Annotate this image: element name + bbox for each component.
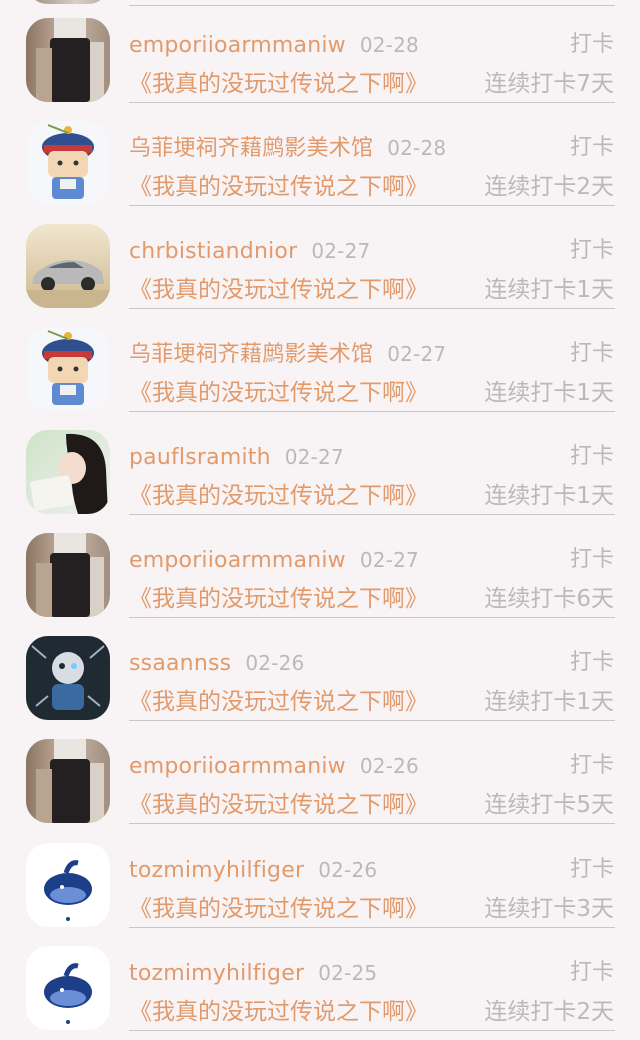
checkin-action-label: 打卡	[569, 547, 614, 572]
checkin-date: 02-26	[245, 651, 305, 675]
username[interactable]: 乌菲埂祠齐藉鹧影美术馆	[129, 136, 373, 161]
checkin-action-label: 打卡	[569, 32, 614, 57]
avatar[interactable]	[26, 946, 110, 1030]
checkin-action-label: 打卡	[569, 650, 614, 675]
book-title-link[interactable]: 《我真的没玩过传说之下啊》	[129, 68, 428, 100]
book-title-link[interactable]: 《我真的没玩过传说之下啊》	[129, 583, 428, 615]
username[interactable]: emporiioarmmaniw	[129, 754, 346, 779]
checkin-streak: 连续打卡1天	[484, 483, 614, 509]
avatar-blue-whale	[26, 946, 110, 1030]
avatar-photo-girl-book	[26, 430, 110, 514]
avatar-photo-person-dark-pants	[26, 533, 110, 617]
username-line: 乌菲埂祠齐藉鹧影美术馆 02-27	[129, 339, 446, 369]
username[interactable]: emporiioarmmaniw	[129, 548, 346, 573]
book-title-link[interactable]: 《我真的没玩过传说之下啊》	[129, 480, 428, 512]
username[interactable]: emporiioarmmaniw	[129, 33, 346, 58]
avatar-photo-silver-car	[26, 224, 110, 308]
username-line: tozmimyhilfiger 02-26	[129, 855, 377, 885]
username-line: chrbistiandnior 02-27	[129, 236, 370, 266]
username-line: 乌菲埂祠齐藉鹧影美术馆 02-28	[129, 133, 446, 163]
username[interactable]: tozmimyhilfiger	[129, 858, 304, 883]
checkin-action-label: 打卡	[569, 857, 614, 882]
feed-item[interactable]: emporiioarmmaniw 02-27 打卡 《我真的没玩过传说之下啊》 连…	[0, 515, 640, 618]
checkin-streak: 连续打卡1天	[484, 689, 614, 715]
avatar[interactable]	[26, 121, 110, 205]
avatar-dark-sans-art	[26, 636, 110, 720]
checkin-streak: 连续打卡2天	[484, 999, 614, 1025]
avatar[interactable]	[26, 533, 110, 617]
avatar-photo-person-dark-pants	[26, 739, 110, 823]
feed-item[interactable]: chrbistiandnior 02-27 打卡 《我真的没玩过传说之下啊》 连续…	[0, 206, 640, 309]
avatar[interactable]	[26, 430, 110, 514]
username-line: tozmimyhilfiger 02-25	[129, 958, 377, 988]
feed-item[interactable]: 乌菲埂祠齐藉鹧影美术馆 02-28 打卡 《我真的没玩过传说之下啊》 连续打卡2天	[0, 103, 640, 206]
checkin-streak: 连续打卡5天	[484, 792, 614, 818]
avatar-cartoon-qing-official	[26, 327, 110, 411]
avatar-cartoon-qing-official	[26, 121, 110, 205]
checkin-date: 02-28	[359, 33, 419, 57]
username-line: emporiioarmmaniw 02-26	[129, 751, 419, 781]
checkin-date: 02-26	[318, 858, 378, 882]
checkin-date: 02-28	[387, 136, 447, 160]
divider	[129, 823, 615, 824]
avatar[interactable]	[26, 739, 110, 823]
checkin-streak: 连续打卡7天	[484, 71, 614, 97]
divider	[129, 1030, 615, 1031]
checkin-date: 02-27	[359, 548, 419, 572]
feed-item[interactable]: tozmimyhilfiger 02-26 打卡 《我真的没玩过传说之下啊》 连续…	[0, 825, 640, 928]
checkin-action-label: 打卡	[569, 341, 614, 366]
checkin-action-label: 打卡	[569, 135, 614, 160]
checkin-streak: 连续打卡3天	[484, 896, 614, 922]
book-title-link[interactable]: 《我真的没玩过传说之下啊》	[129, 996, 428, 1028]
checkin-date: 02-27	[311, 239, 371, 263]
checkin-date: 02-25	[318, 961, 378, 985]
book-title-link[interactable]: 《我真的没玩过传说之下啊》	[129, 274, 428, 306]
checkin-date: 02-26	[359, 754, 419, 778]
avatar-blue-whale	[26, 843, 110, 927]
feed-item[interactable]: 乌菲埂祠齐藉鹧影美术馆 02-27 打卡 《我真的没玩过传说之下啊》 连续打卡1天	[0, 309, 640, 412]
username-line: ssaannss 02-26	[129, 648, 304, 678]
book-title-link[interactable]: 《我真的没玩过传说之下啊》	[129, 789, 428, 821]
checkin-date: 02-27	[284, 445, 344, 469]
checkin-action-label: 打卡	[569, 238, 614, 263]
book-title-link[interactable]: 《我真的没玩过传说之下啊》	[129, 171, 428, 203]
avatar[interactable]	[26, 224, 110, 308]
username-line: emporiioarmmaniw 02-27	[129, 545, 419, 575]
checkin-streak: 连续打卡6天	[484, 586, 614, 612]
book-title-link[interactable]: 《我真的没玩过传说之下啊》	[129, 377, 428, 409]
checkin-streak: 连续打卡1天	[484, 277, 614, 303]
username[interactable]: pauflsramith	[129, 445, 271, 470]
checkin-date: 02-27	[387, 342, 447, 366]
username-line: emporiioarmmaniw 02-28	[129, 30, 419, 60]
checkin-action-label: 打卡	[569, 960, 614, 985]
checkin-action-label: 打卡	[569, 444, 614, 469]
checkin-feed: emporiioarmmaniw 02-28 打卡 《我真的没玩过传说之下啊》 连…	[0, 0, 640, 1040]
username[interactable]: ssaannss	[129, 651, 231, 676]
checkin-action-label: 打卡	[569, 753, 614, 778]
feed-item[interactable]: emporiioarmmaniw 02-26 打卡 《我真的没玩过传说之下啊》 连…	[0, 721, 640, 824]
feed-item[interactable]: emporiioarmmaniw 02-28 打卡 《我真的没玩过传说之下啊》 连…	[0, 0, 640, 103]
avatar[interactable]	[26, 636, 110, 720]
book-title-link[interactable]: 《我真的没玩过传说之下啊》	[129, 686, 428, 718]
username[interactable]: chrbistiandnior	[129, 239, 297, 264]
avatar[interactable]	[26, 843, 110, 927]
feed-item[interactable]: ssaannss 02-26 打卡 《我真的没玩过传说之下啊》 连续打卡1天	[0, 618, 640, 721]
checkin-streak: 连续打卡2天	[484, 174, 614, 200]
feed-item[interactable]: pauflsramith 02-27 打卡 《我真的没玩过传说之下啊》 连续打卡1…	[0, 412, 640, 515]
avatar[interactable]	[26, 18, 110, 102]
username[interactable]: tozmimyhilfiger	[129, 961, 304, 986]
feed-item[interactable]: tozmimyhilfiger 02-25 打卡 《我真的没玩过传说之下啊》 连续…	[0, 928, 640, 1031]
book-title-link[interactable]: 《我真的没玩过传说之下啊》	[129, 893, 428, 925]
avatar[interactable]	[26, 327, 110, 411]
avatar-photo-person-dark-pants	[26, 18, 110, 102]
username[interactable]: 乌菲埂祠齐藉鹧影美术馆	[129, 342, 373, 367]
username-line: pauflsramith 02-27	[129, 442, 344, 472]
checkin-streak: 连续打卡1天	[484, 380, 614, 406]
